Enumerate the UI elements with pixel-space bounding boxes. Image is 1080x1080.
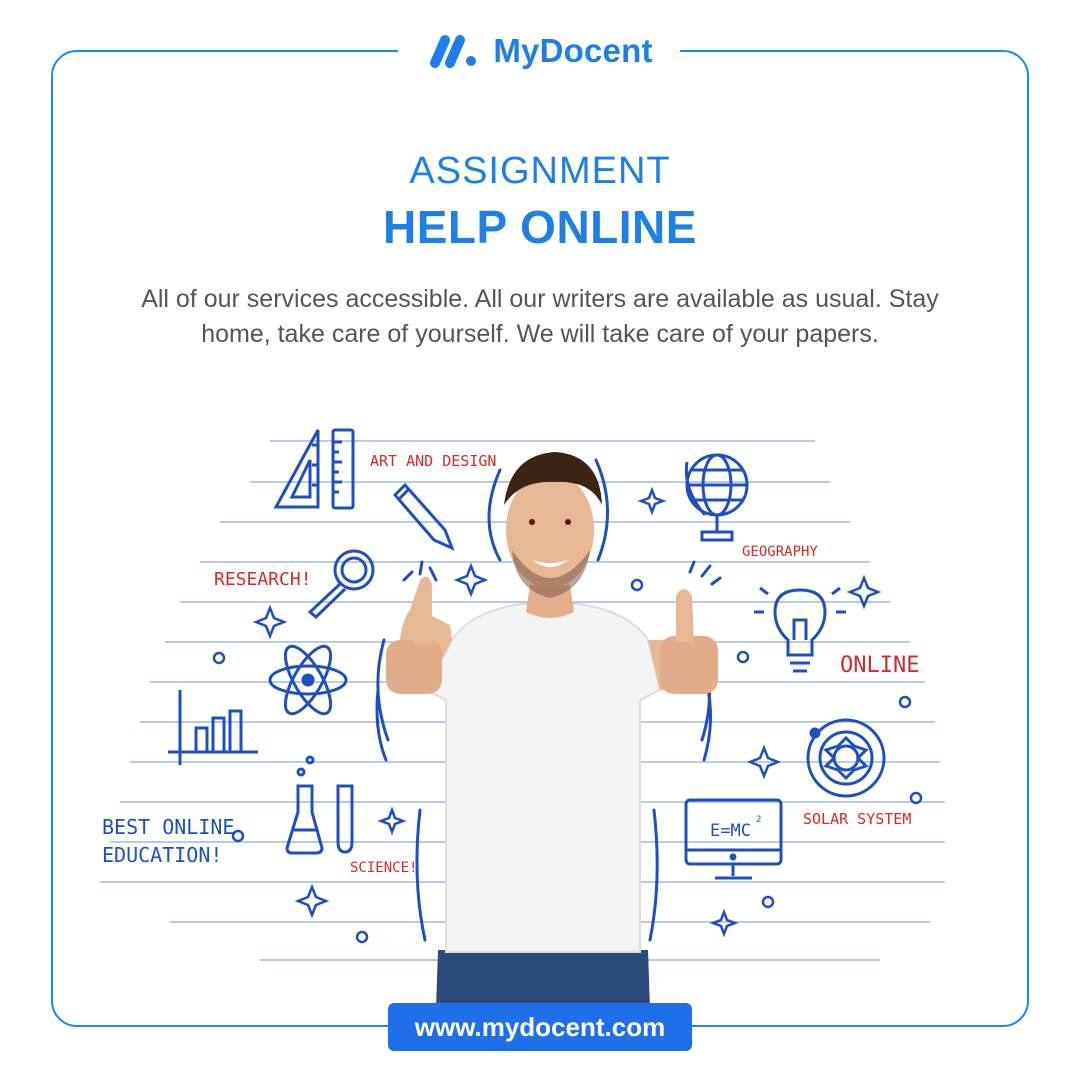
label-online: ONLINE	[840, 653, 919, 678]
globe-icon	[684, 453, 749, 542]
person-figure	[386, 452, 718, 1008]
solar-system-icon	[806, 718, 886, 798]
label-best-online: BEST ONLINE	[102, 815, 234, 839]
label-geography: GEOGRAPHY	[742, 544, 818, 560]
label-science: SCIENCE!	[350, 860, 417, 876]
website-url-button[interactable]: www.mydocent.com	[388, 1003, 692, 1051]
lightbulb-icon	[754, 586, 846, 673]
atom-icon	[268, 644, 348, 716]
label-education: EDUCATION!	[102, 843, 222, 867]
magnifier-icon	[307, 549, 375, 620]
formula-exponent: 2	[756, 815, 761, 825]
label-solar-system: SOLAR SYSTEM	[803, 810, 911, 828]
label-art-and-design: ART AND DESIGN	[370, 452, 496, 470]
formula-text: E=MC	[710, 821, 751, 841]
education-illustration: ART AND DESIGN RESEARCH! SCIENCE! BEST O…	[100, 428, 945, 1008]
flask-icon	[285, 755, 354, 855]
label-research: RESEARCH!	[214, 569, 312, 590]
bar-chart-icon	[168, 690, 258, 765]
pencil-icon	[392, 482, 455, 551]
